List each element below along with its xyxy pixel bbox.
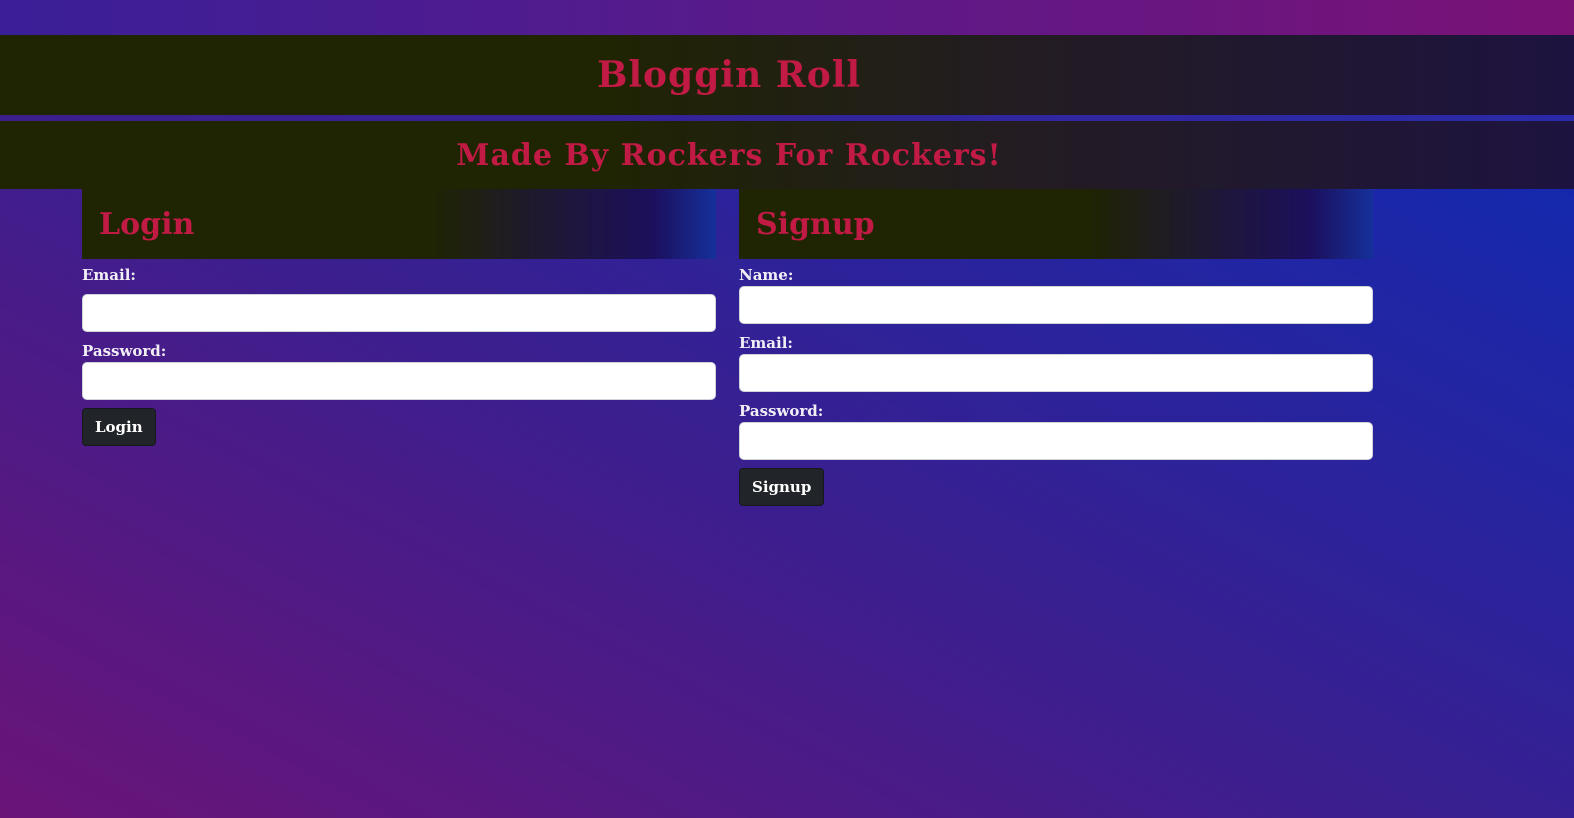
site-header: Bloggin Roll — [0, 35, 1574, 115]
login-button[interactable]: Login — [82, 408, 156, 446]
login-email-input[interactable] — [82, 294, 716, 332]
login-password-label: Password: — [82, 342, 167, 360]
login-heading: Login — [99, 206, 195, 242]
site-tagline: Made By Rockers For Rockers! — [456, 137, 1002, 173]
signup-password-label: Password: — [739, 402, 824, 420]
login-password-input[interactable] — [82, 362, 716, 400]
site-title: Bloggin Roll — [596, 54, 862, 96]
login-header: Login — [82, 189, 716, 259]
signup-password-input[interactable] — [739, 422, 1373, 460]
signup-email-label: Email: — [739, 334, 793, 352]
site-tagline-bar: Made By Rockers For Rockers! — [0, 121, 1574, 189]
signup-name-input[interactable] — [739, 286, 1373, 324]
signup-button[interactable]: Signup — [739, 468, 825, 506]
top-gradient-strip — [0, 0, 1574, 35]
login-email-label: Email: — [82, 266, 136, 284]
signup-heading: Signup — [756, 206, 875, 242]
login-panel: Login Email: Password: Login — [82, 189, 716, 446]
signup-header: Signup — [739, 189, 1373, 259]
signup-panel: Signup Name: Email: Password: Signup — [739, 189, 1373, 506]
signup-name-label: Name: — [739, 266, 794, 284]
signup-form: Name: Email: Password: Signup — [739, 266, 1373, 506]
signup-email-input[interactable] — [739, 354, 1373, 392]
login-form: Email: Password: Login — [82, 266, 716, 446]
